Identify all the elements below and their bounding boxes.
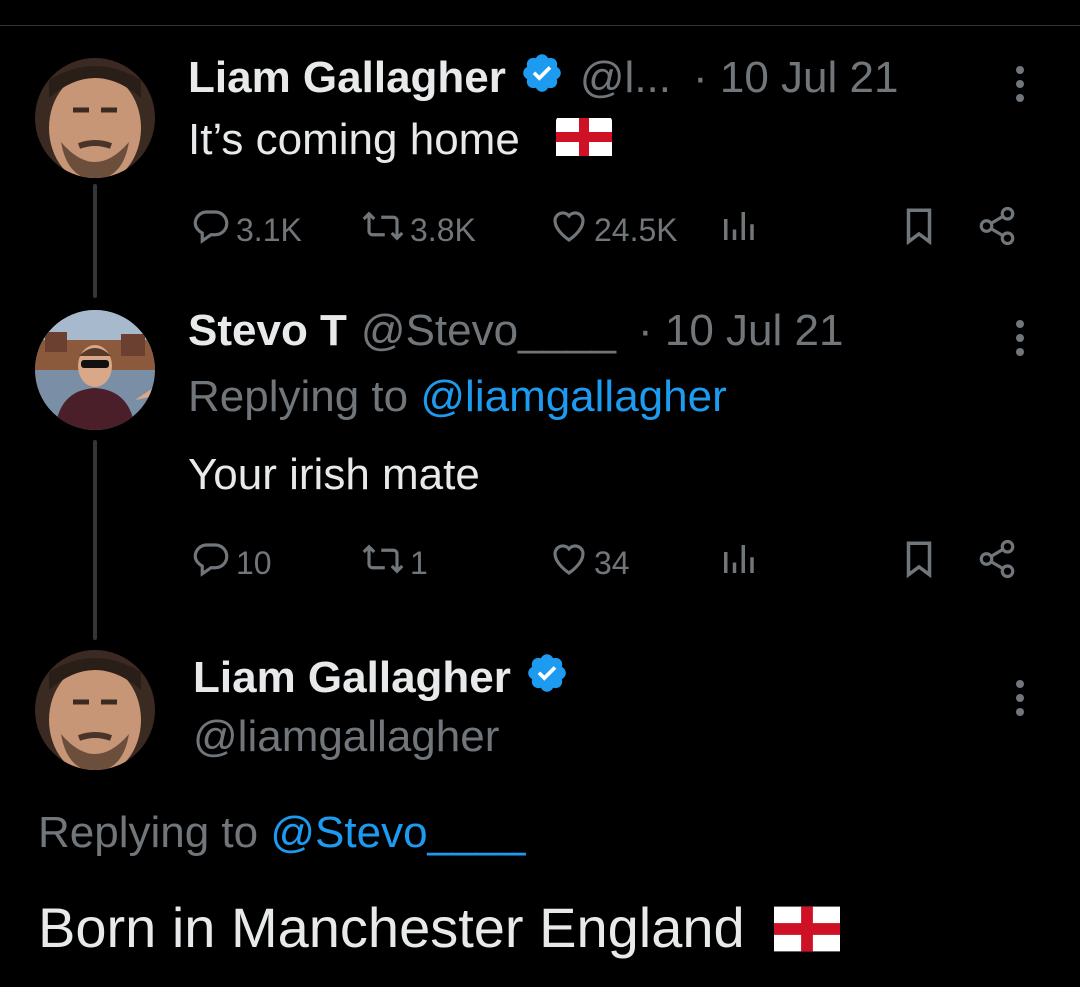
author-name[interactable]: Liam Gallagher [193,653,511,703]
like-button[interactable]: 34 [548,538,630,588]
avatar-liam-gallagher[interactable] [35,58,155,178]
thread-line [93,440,97,640]
reply-count: 10 [236,544,272,581]
replying-to-link[interactable]: @liamgallagher [420,372,726,421]
tweet1-text-row: It’s coming home [188,115,613,167]
tweet2-actions: 10 1 34 [190,538,1030,588]
retweet-icon [360,205,410,255]
tweet3-replying: Replying to @Stevo____ [38,808,525,858]
views-button[interactable] [718,205,762,255]
like-icon [548,538,594,588]
like-button[interactable]: 24.5K [548,205,678,255]
top-divider [0,25,1080,26]
more-icon[interactable] [1010,674,1030,722]
thread-line [93,184,97,298]
reply-icon [190,205,236,255]
tweet1-header: Liam Gallagher @l... · 10 Jul 21 [188,50,898,106]
more-icon[interactable] [1010,314,1030,362]
bookmark-icon [900,205,942,255]
tweet2-replying: Replying to @liamgallagher [188,372,727,422]
replying-to-label: Replying to [188,372,409,421]
bookmark-button[interactable] [900,538,942,588]
replying-to-link[interactable]: @Stevo____ [270,808,525,857]
tweet-text: Born in Manchester England [38,896,745,959]
tweet2-header: Stevo T @Stevo____ · 10 Jul 21 [188,303,843,359]
views-button[interactable] [718,538,762,588]
retweet-icon [360,538,410,588]
avatar-liam-gallagher[interactable] [35,650,155,770]
author-name[interactable]: Stevo T [188,306,347,356]
avatar-stevo-t[interactable] [35,310,155,430]
retweet-count: 1 [410,544,428,581]
views-icon [718,205,762,255]
tweet-text: Your irish mate [188,450,480,499]
author-name[interactable]: Liam Gallagher [188,53,506,103]
share-button[interactable] [975,205,1023,255]
tweet-date[interactable]: · 10 Jul 21 [638,306,843,356]
reply-count: 3.1K [236,211,302,248]
like-count: 24.5K [594,211,678,248]
verified-badge-icon [525,651,569,706]
reply-button[interactable]: 10 [190,538,272,588]
replying-to-label: Replying to [38,808,259,857]
author-handle[interactable]: @Stevo____ [361,306,616,356]
tweet1-actions: 3.1K 3.8K 24.5K [190,205,1030,255]
tweet-date[interactable]: · 10 Jul 21 [693,53,898,103]
like-icon [548,205,594,255]
author-handle[interactable]: @l... [580,53,671,103]
retweet-count: 3.8K [410,211,476,248]
england-flag-icon [774,900,841,965]
bookmark-icon [900,538,942,588]
share-icon [975,205,1023,255]
retweet-button[interactable]: 1 [360,538,428,588]
like-count: 34 [594,544,630,581]
tweet-text: It’s coming home [188,115,520,164]
retweet-button[interactable]: 3.8K [360,205,476,255]
reply-icon [190,538,236,588]
verified-badge-icon [520,51,564,106]
views-icon [718,538,762,588]
tweet3-header: Liam Gallagher [193,650,569,706]
reply-button[interactable]: 3.1K [190,205,302,255]
share-button[interactable] [975,538,1023,588]
england-flag-icon [556,117,613,167]
author-handle[interactable]: @liamgallagher [193,712,499,762]
tweet3-text-row: Born in Manchester England [38,895,841,965]
more-icon[interactable] [1010,60,1030,108]
bookmark-button[interactable] [900,205,942,255]
share-icon [975,538,1023,588]
